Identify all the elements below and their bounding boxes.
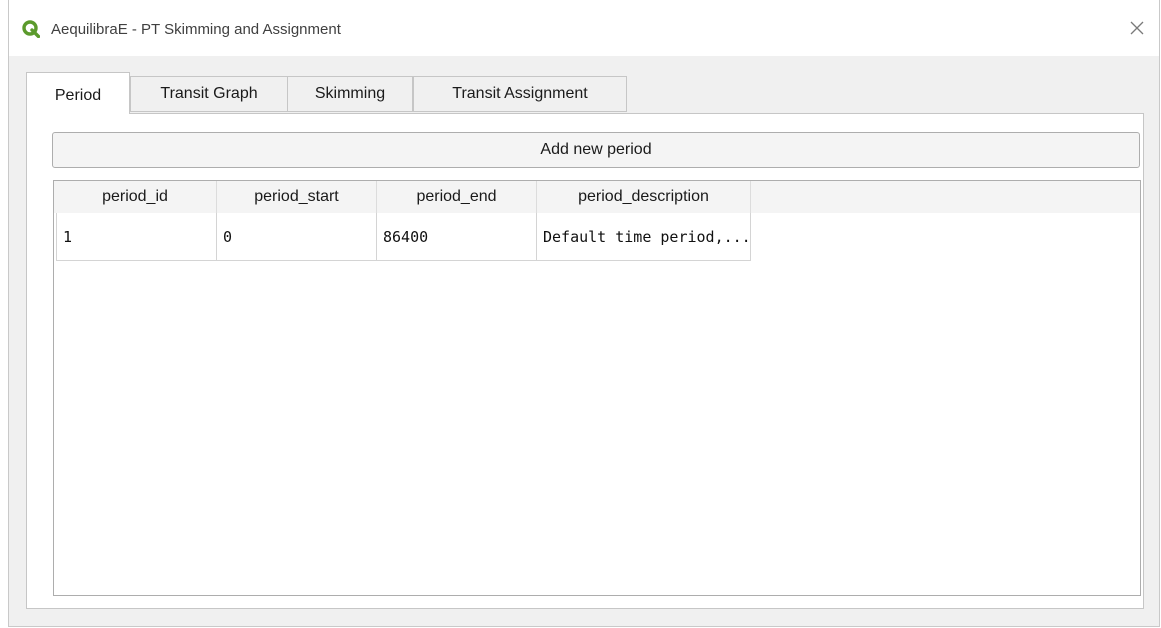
column-header-period-description[interactable]: period_description <box>537 181 751 213</box>
table-cell-period-start[interactable]: 0 <box>217 213 377 261</box>
dialog-window: AequilibraE - PT Skimming and Assignment… <box>8 0 1160 627</box>
table-header: period_id period_start period_end period… <box>54 181 1140 213</box>
column-header-period-id[interactable]: period_id <box>54 181 217 213</box>
table-cell-period-id[interactable]: 1 <box>56 213 217 261</box>
add-new-period-button[interactable]: Add new period <box>52 132 1140 168</box>
qgis-logo-icon <box>22 20 41 39</box>
title-bar: AequilibraE - PT Skimming and Assignment <box>9 0 1159 56</box>
window-title: AequilibraE - PT Skimming and Assignment <box>51 21 341 38</box>
tab-transit-graph[interactable]: Transit Graph <box>130 76 288 112</box>
column-header-period-end[interactable]: period_end <box>377 181 537 213</box>
periods-table[interactable]: period_id period_start period_end period… <box>53 180 1141 596</box>
table-cell-period-description[interactable]: Default time period,... <box>537 213 751 261</box>
column-header-period-start[interactable]: period_start <box>217 181 377 213</box>
tab-skimming[interactable]: Skimming <box>287 76 413 112</box>
close-icon[interactable] <box>1125 16 1149 40</box>
period-tab-panel: Add new period period_id period_start pe… <box>26 113 1144 609</box>
tab-period[interactable]: Period <box>26 72 130 114</box>
tab-transit-assignment[interactable]: Transit Assignment <box>413 76 627 112</box>
table-cell-period-end[interactable]: 86400 <box>377 213 537 261</box>
